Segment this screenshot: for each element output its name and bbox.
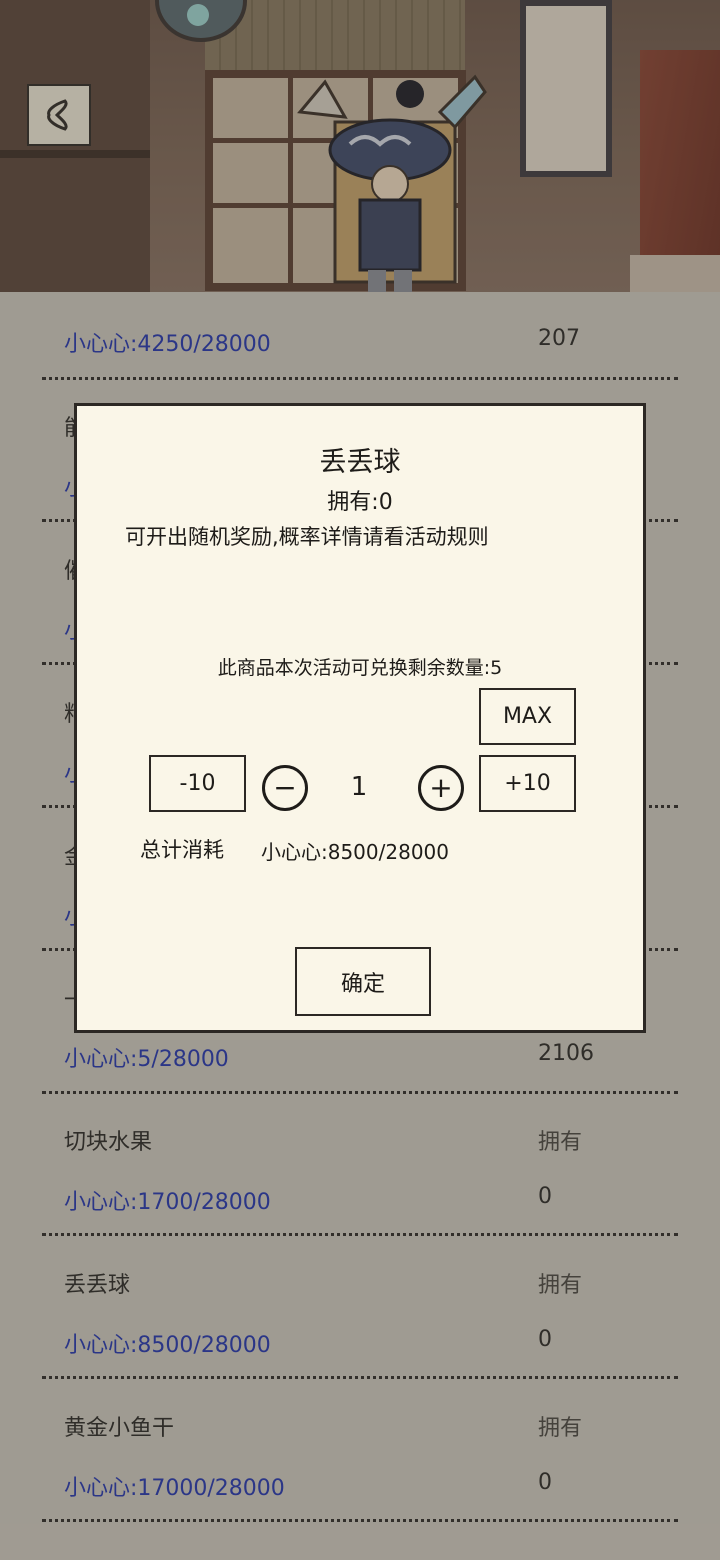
plus-icon[interactable]: + bbox=[418, 765, 464, 811]
total-cost-label: 总计消耗 bbox=[140, 838, 224, 862]
minus-icon[interactable]: − bbox=[262, 765, 308, 811]
total-cost-value: 小心心:8500/28000 bbox=[261, 840, 449, 864]
minus-10-button[interactable]: -10 bbox=[149, 755, 246, 812]
plus-10-button[interactable]: +10 bbox=[479, 755, 576, 812]
quantity-value: 1 bbox=[350, 772, 368, 802]
max-button[interactable]: MAX bbox=[479, 688, 576, 745]
exchange-dialog: 丢丢球 拥有:0 可开出随机奖励,概率详情请看活动规则 此商品本次活动可兑换剩余… bbox=[74, 403, 646, 1033]
remaining-quantity-text: 此商品本次活动可兑换剩余数量:5 bbox=[217, 657, 503, 679]
confirm-button[interactable]: 确定 bbox=[295, 947, 431, 1016]
dialog-owned-count: 拥有:0 bbox=[327, 490, 393, 515]
dialog-description: 可开出随机奖励,概率详情请看活动规则 bbox=[125, 525, 489, 549]
dialog-title: 丢丢球 bbox=[319, 447, 401, 478]
